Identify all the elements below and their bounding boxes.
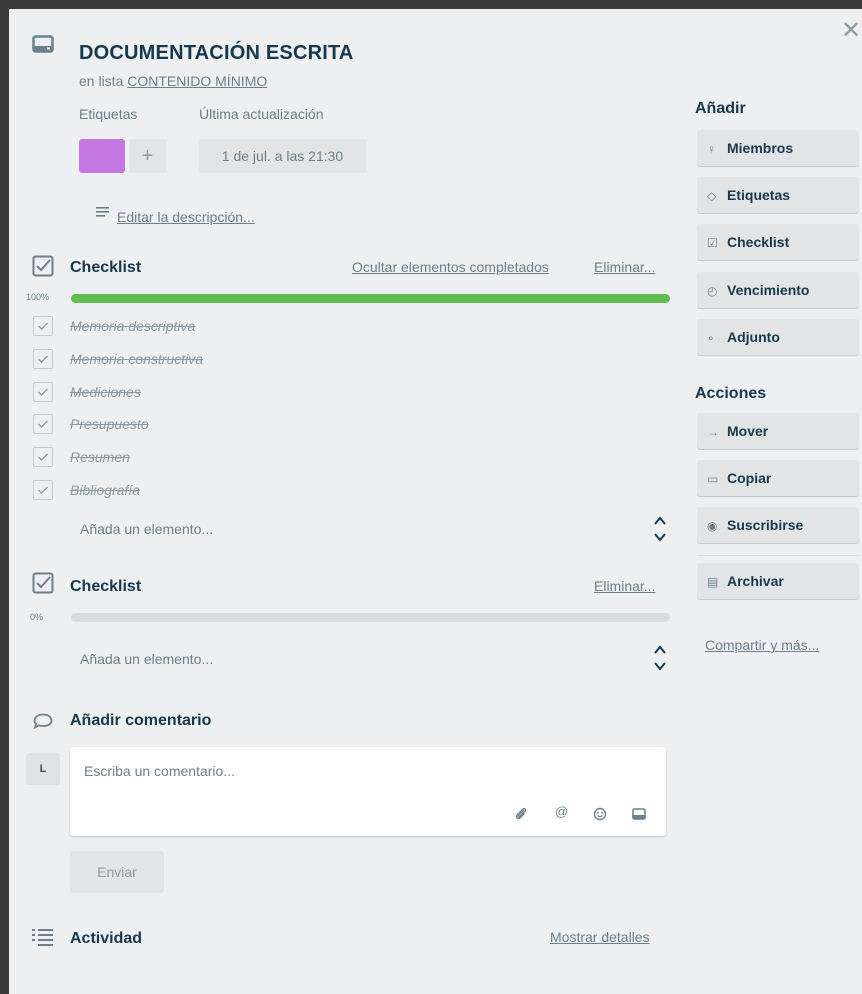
- sidebar-button-label: Mover: [727, 423, 769, 439]
- card-icon: ▭: [707, 472, 719, 486]
- show-details-link[interactable]: Mostrar detalles: [550, 929, 650, 945]
- checklist-1-title[interactable]: Checklist: [70, 259, 141, 277]
- card-attach-icon[interactable]: [632, 808, 646, 820]
- checklist-item-text[interactable]: Memoria descriptiva: [70, 318, 195, 334]
- paperclip-icon[interactable]: [514, 807, 528, 821]
- avatar[interactable]: L: [26, 753, 60, 785]
- in-list-prefix: en lista: [79, 73, 124, 89]
- checklist-icon: [32, 572, 54, 594]
- tag-icon: ◇: [707, 189, 717, 204]
- checklist-2-sort-icon[interactable]: [653, 643, 667, 673]
- checklist-2-add-item[interactable]: Añada un elemento...: [80, 651, 213, 667]
- check-icon: [38, 453, 48, 462]
- emoji-icon[interactable]: [593, 807, 607, 821]
- checklist-item-checkbox[interactable]: [33, 348, 53, 369]
- share-more-link[interactable]: Compartir y más...: [705, 637, 819, 653]
- checklist-1-progress-bar: [71, 294, 670, 303]
- last-updated-button[interactable]: 1 de jul. a las 21:30: [199, 139, 366, 173]
- sidebar-add-heading: Añadir: [695, 100, 746, 117]
- checklist-1-delete-link[interactable]: Eliminar...: [594, 259, 655, 275]
- comment-input[interactable]: Escriba un comentario... @: [70, 747, 666, 836]
- checklist-item-checkbox[interactable]: [33, 447, 53, 468]
- sidebar-button-label: Vencimiento: [727, 281, 810, 298]
- sidebar-button-checklist[interactable]: ☑ Checklist: [697, 224, 859, 261]
- window-left-edge: [0, 0, 9, 994]
- card-icon: [32, 35, 54, 53]
- sidebar-divider: [697, 555, 859, 556]
- checklist-1-sort-icon[interactable]: [653, 514, 667, 544]
- checklist-1-add-item[interactable]: Añada un elemento...: [80, 521, 213, 537]
- window-top-edge: [0, 0, 862, 9]
- checklist-item-text[interactable]: Resumen: [70, 449, 130, 465]
- clock-icon: ◴: [707, 283, 718, 298]
- close-icon[interactable]: ✕: [841, 19, 861, 43]
- sidebar-button-label: Etiquetas: [727, 187, 791, 204]
- card-list-info: en lista CONTENIDO MÍNIMO: [79, 73, 267, 89]
- checklist-item-text[interactable]: Mediciones: [70, 384, 141, 400]
- comment-placeholder: Escriba un comentario...: [84, 763, 235, 779]
- sidebar-button-vencimiento[interactable]: ◴ Vencimiento: [697, 271, 859, 308]
- checklist-2-progress-label: 0%: [30, 612, 44, 622]
- activity-heading: Actividad: [70, 930, 143, 947]
- send-comment-button[interactable]: Enviar: [70, 851, 164, 893]
- paperclip-icon: ∘: [707, 330, 715, 345]
- sidebar-button-label: Copiar: [727, 470, 772, 486]
- checklist-2-delete-link[interactable]: Eliminar...: [594, 578, 655, 594]
- edit-description-link[interactable]: Editar la descripción...: [117, 209, 255, 225]
- checklist-icon: ☑: [707, 236, 718, 251]
- activity-icon: [32, 929, 53, 946]
- eye-icon: ◉: [707, 519, 718, 533]
- sidebar-button-etiquetas[interactable]: ◇ Etiquetas: [697, 177, 859, 214]
- label-chip-purple[interactable]: [79, 139, 125, 173]
- add-label-button[interactable]: +: [129, 139, 166, 173]
- checklist-2-progress-bar: [71, 613, 670, 622]
- sidebar-button-mover[interactable]: → Mover: [697, 413, 859, 449]
- sidebar-button-copiar[interactable]: ▭ Copiar: [697, 460, 859, 496]
- sidebar-button-label: Archivar: [727, 573, 784, 589]
- checklist-1-progress-fill: [71, 294, 670, 303]
- checklist-1-progress-label: 100%: [26, 292, 50, 302]
- checklist-item-text[interactable]: Bibliografía: [70, 482, 140, 498]
- checklist-item-checkbox[interactable]: [33, 316, 53, 336]
- checklist-2-title[interactable]: Checklist: [70, 578, 141, 596]
- labels-heading: Etiquetas: [79, 106, 138, 122]
- sidebar-button-miembros[interactable]: ♀ Miembros: [697, 130, 859, 166]
- person-icon: ♀: [707, 142, 716, 156]
- sidebar-button-label: Miembros: [727, 140, 794, 156]
- list-name-link[interactable]: CONTENIDO MÍNIMO: [127, 73, 267, 89]
- archive-icon: ▤: [707, 575, 719, 589]
- sidebar-button-label: Adjunto: [727, 328, 780, 345]
- arrow-right-icon: →: [707, 425, 719, 439]
- checklist-item-text[interactable]: Memoria constructiva: [70, 351, 203, 367]
- sidebar-actions-heading: Acciones: [695, 385, 767, 402]
- check-icon: [38, 486, 48, 494]
- checklist-item-checkbox[interactable]: [33, 414, 53, 435]
- add-comment-heading: Añadir comentario: [70, 712, 212, 729]
- check-icon: [38, 322, 48, 330]
- card-detail-panel: DOCUMENTACIÓN ESCRITA en lista CONTENIDO…: [9, 9, 862, 994]
- description-icon: [96, 207, 109, 217]
- comment-icon: [33, 713, 53, 729]
- mention-icon[interactable]: @: [555, 804, 568, 819]
- check-icon: [38, 388, 48, 396]
- checklist-item-checkbox[interactable]: [33, 381, 53, 402]
- updated-heading: Última actualización: [199, 106, 324, 122]
- check-icon: [38, 355, 48, 363]
- sidebar-button-adjunto[interactable]: ∘ Adjunto: [697, 318, 859, 355]
- hide-completed-link[interactable]: Ocultar elementos completados: [352, 259, 549, 275]
- card-title[interactable]: DOCUMENTACIÓN ESCRITA: [79, 42, 354, 65]
- sidebar-button-label: Suscribirse: [727, 517, 804, 533]
- sidebar-button-archivar[interactable]: ▤ Archivar: [697, 563, 859, 599]
- check-icon: [38, 420, 48, 429]
- checklist-item-checkbox[interactable]: [33, 480, 53, 500]
- checklist-item-text[interactable]: Presupuesto: [70, 416, 149, 432]
- sidebar-button-label: Checklist: [727, 234, 790, 251]
- sidebar-button-suscribirse[interactable]: ◉ Suscribirse: [697, 507, 859, 543]
- checklist-icon: [32, 255, 54, 277]
